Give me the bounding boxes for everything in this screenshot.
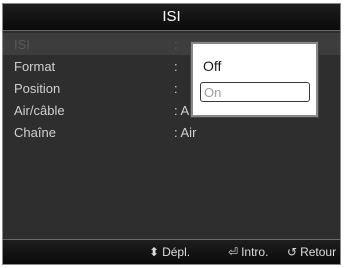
option-on[interactable]: On xyxy=(200,82,310,102)
menu-item-value: : xyxy=(174,37,178,52)
footer-hints: ⬍ Dépl. ⏎ Intro. ↺ Retour xyxy=(3,239,340,264)
hint-move-label: Dépl. xyxy=(162,245,191,259)
menu-item-label: Format xyxy=(14,59,56,74)
hint-enter: ⏎ Intro. xyxy=(228,245,268,259)
hint-enter-label: Intro. xyxy=(241,245,269,259)
hint-return: ↺ Retour xyxy=(287,245,336,259)
option-off[interactable]: Off xyxy=(200,56,310,76)
menu-item-label: Chaîne xyxy=(14,125,56,140)
osd-title: ISI xyxy=(3,4,340,31)
isi-option-popup: Off On xyxy=(191,42,318,117)
hint-return-label: Retour xyxy=(300,245,337,259)
menu-item-chaine[interactable]: Chaîne : Air xyxy=(3,121,340,143)
menu-item-value: : xyxy=(174,81,178,96)
menu-item-label: Position xyxy=(14,81,61,96)
hint-move: ⬍ Dépl. xyxy=(149,245,190,259)
return-icon: ↺ xyxy=(287,245,298,259)
enter-icon: ⏎ xyxy=(228,245,239,259)
osd-panel: ISI ISI : Format : Position : Air/câble … xyxy=(2,3,341,265)
menu-item-label: ISI xyxy=(14,37,30,52)
menu-item-label: Air/câble xyxy=(14,103,65,118)
menu-item-value: : xyxy=(174,59,178,74)
menu-item-value: : Air xyxy=(174,125,197,140)
up-down-arrow-icon: ⬍ xyxy=(149,245,160,259)
